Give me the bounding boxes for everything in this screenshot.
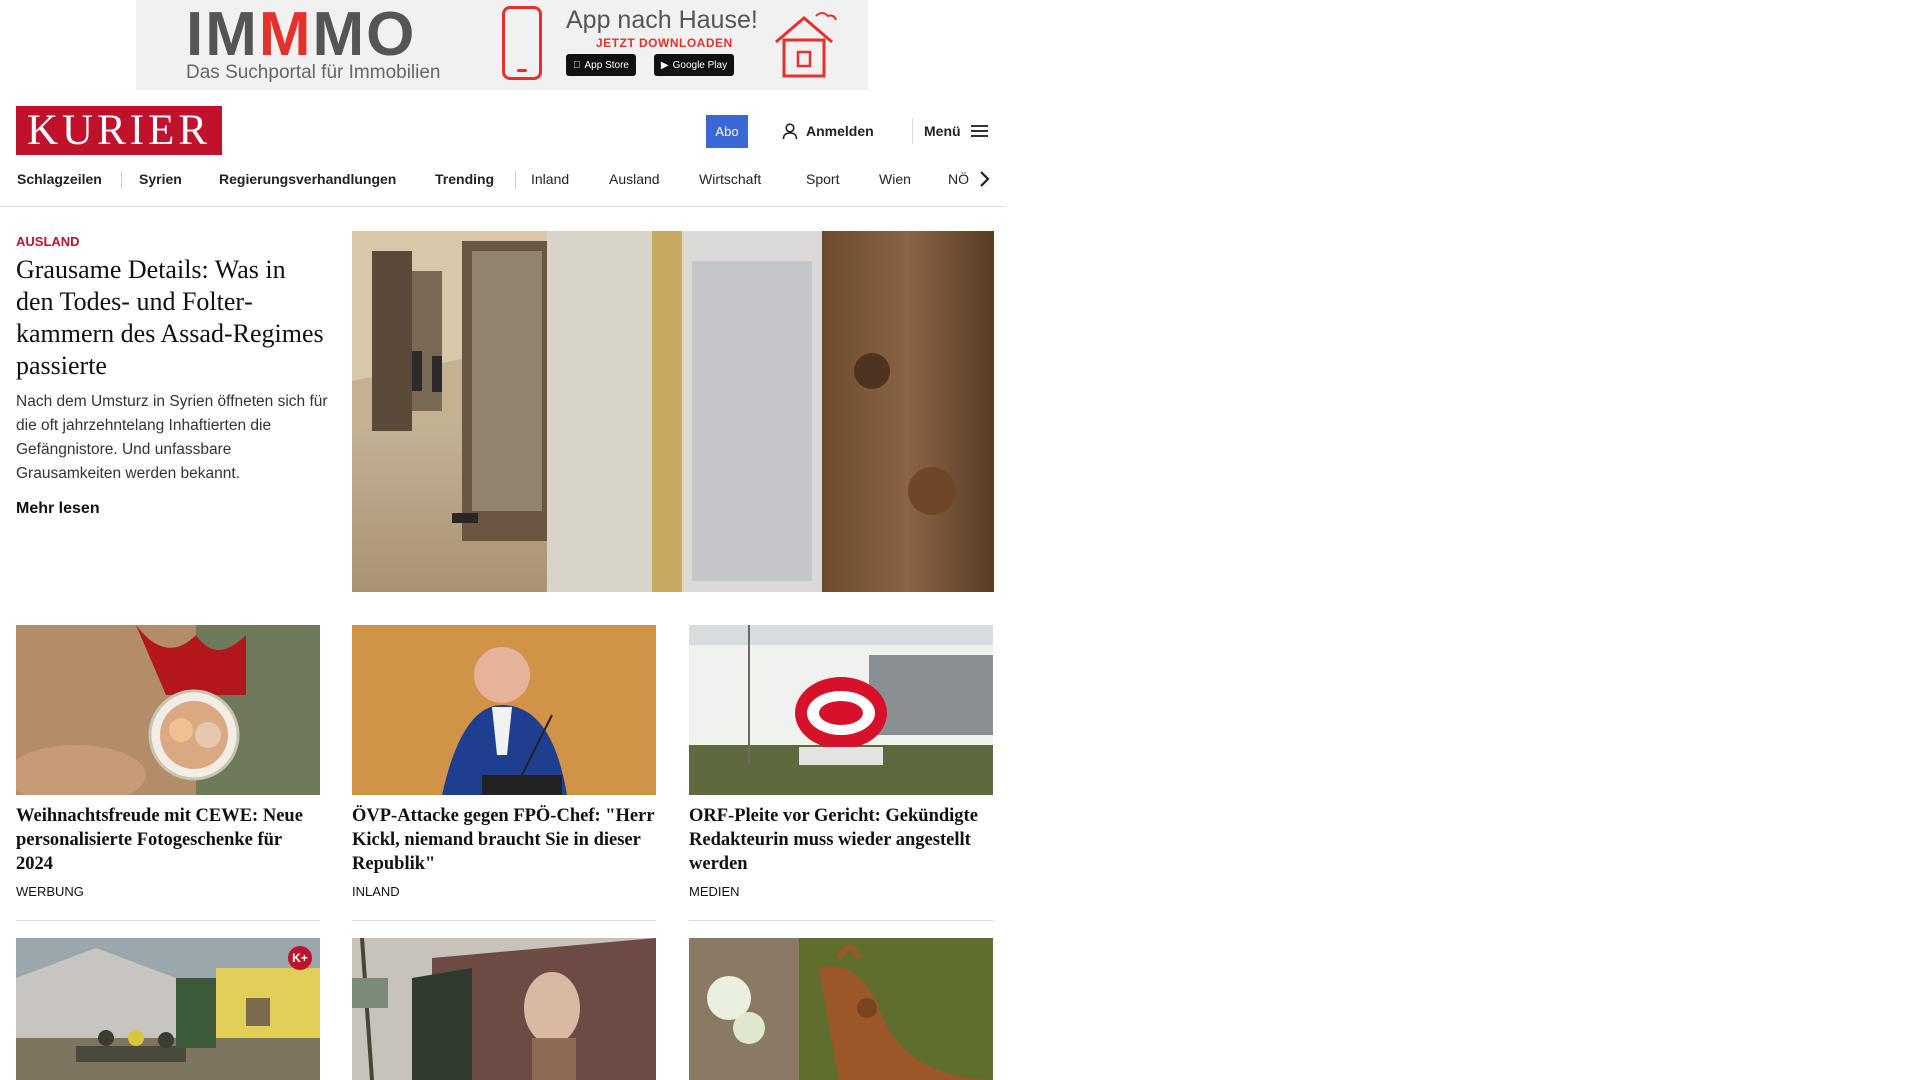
- squirrel-photo: [689, 938, 993, 1080]
- nav-item-inland[interactable]: Inland: [531, 164, 569, 194]
- card-kicker: MEDIEN: [689, 884, 740, 899]
- play-icon: ▶: [660, 59, 669, 71]
- chevron-right-icon[interactable]: [974, 169, 994, 189]
- nav-item-schlagzeilen[interactable]: Schlagzeilen: [17, 164, 102, 194]
- ad-headline: App nach Hause!: [566, 6, 758, 34]
- prison-corridor-image: [352, 231, 994, 592]
- house-icon: [775, 12, 837, 78]
- nav-item-noe[interactable]: NÖ: [948, 164, 969, 194]
- google-play-badge[interactable]: ▶ Google Play: [654, 54, 734, 76]
- menu-label: Menü: [924, 123, 961, 139]
- card-headline[interactable]: ORF-Pleite vor Gericht: Gekündigte Redak…: [689, 804, 993, 876]
- lead-teaser: Nach dem Umsturz in Syrien öffneten sich…: [16, 393, 328, 482]
- ad-tagline: Das Suchportal für Immobilien: [186, 62, 441, 83]
- card-divider: [352, 920, 656, 921]
- card-headline[interactable]: ÖVP-Attacke gegen FPÖ-Chef: "Herr Kickl,…: [352, 804, 656, 876]
- user-icon: [782, 122, 798, 139]
- read-more-link[interactable]: Mehr lesen: [16, 500, 100, 518]
- card-image-squirrel[interactable]: [689, 938, 993, 1080]
- nav-separator: [121, 171, 122, 189]
- politician-photo: [352, 625, 656, 795]
- card-divider: [689, 920, 993, 921]
- login-label: Anmelden: [806, 123, 874, 139]
- nav-item-regierungsverhandlungen[interactable]: Regierungsverhandlungen: [219, 164, 396, 194]
- billboard-photo: [352, 938, 656, 1080]
- card-kicker: WERBUNG: [16, 884, 84, 899]
- card-image-billboard[interactable]: [352, 938, 656, 1080]
- nav-item-sport[interactable]: Sport: [806, 164, 839, 194]
- card-kicker: INLAND: [352, 884, 400, 899]
- ad-subline: JETZT DOWNLOADEN: [596, 36, 733, 50]
- header-divider: [912, 118, 913, 144]
- nav-item-ausland[interactable]: Ausland: [609, 164, 660, 194]
- ad-banner[interactable]: IMMMO Das Suchportal für Immobilien App …: [136, 0, 868, 90]
- phone-icon: [502, 6, 542, 80]
- menu-button[interactable]: Menü: [924, 118, 988, 144]
- lead-headline[interactable]: Grausame Details: Was in den Todes- und …: [16, 254, 326, 382]
- apple-icon: : [573, 60, 581, 71]
- login-button[interactable]: Anmelden: [782, 118, 874, 144]
- card-image-flood[interactable]: K+: [16, 938, 320, 1080]
- ad-brand-logo: IMMMO: [186, 0, 417, 69]
- nav-item-wirtschaft[interactable]: Wirtschaft: [699, 164, 761, 194]
- card-divider: [16, 920, 320, 921]
- abo-button[interactable]: Abo: [706, 115, 748, 148]
- card-image-orf[interactable]: [689, 625, 993, 795]
- kurier-logo[interactable]: KURIER: [16, 106, 222, 155]
- nav-separator: [515, 171, 516, 189]
- ornament-photo: [16, 625, 320, 795]
- k-plus-badge: K+: [288, 946, 312, 970]
- card-image-kickl[interactable]: [352, 625, 656, 795]
- card-image-cewe[interactable]: [16, 625, 320, 795]
- nav-item-wien[interactable]: Wien: [879, 164, 911, 194]
- flood-photo: [16, 938, 320, 1080]
- nav-item-trending[interactable]: Trending: [435, 164, 494, 194]
- section-nav: Schlagzeilen Syrien Regierungsverhandlun…: [0, 164, 1006, 207]
- app-store-badge[interactable]: App Store: [566, 54, 636, 76]
- nav-item-syrien[interactable]: Syrien: [139, 164, 182, 194]
- hamburger-icon: [970, 124, 988, 138]
- orf-building-photo: [689, 625, 993, 795]
- lead-kicker[interactable]: AUSLAND: [16, 234, 80, 249]
- lead-image[interactable]: [352, 231, 994, 592]
- card-headline[interactable]: Weihnachtsfreude mit CEWE: Neue personal…: [16, 804, 320, 876]
